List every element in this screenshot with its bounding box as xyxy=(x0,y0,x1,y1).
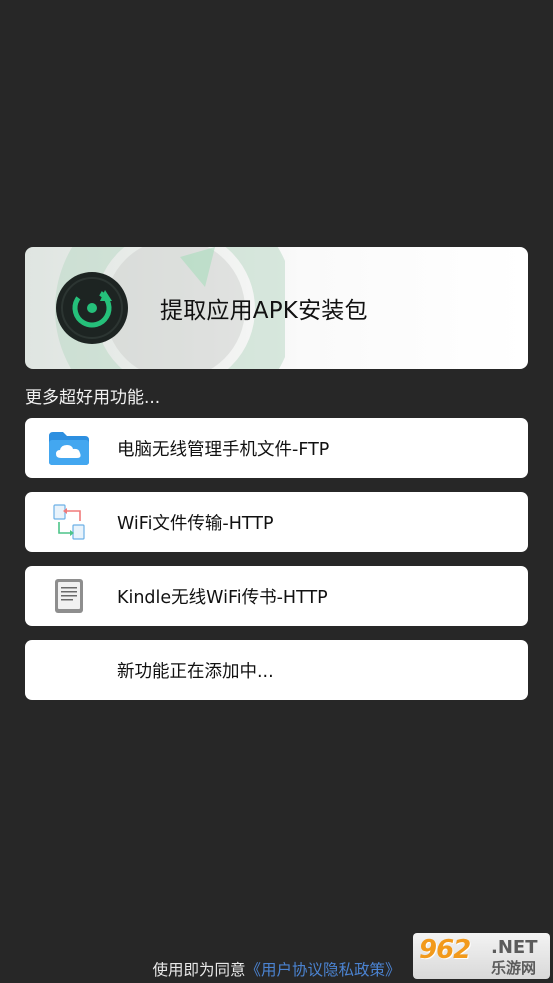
watermark-chinese: 乐游网 xyxy=(491,959,537,977)
kindle-wifi-item[interactable]: Kindle无线WiFi传书-HTTP xyxy=(25,566,528,626)
more-features-heading: 更多超好用功能... xyxy=(25,388,161,408)
coming-soon-label: 新功能正在添加中... xyxy=(117,662,274,682)
file-transfer-icon xyxy=(53,504,85,540)
apk-extract-icon xyxy=(56,272,128,344)
user-agreement-link[interactable]: 《用户协议隐私政策》 xyxy=(246,961,401,979)
wifi-transfer-label: WiFi文件传输-HTTP xyxy=(117,514,274,534)
kindle-icon xyxy=(55,579,83,613)
ftp-item-label: 电脑无线管理手机文件-FTP xyxy=(117,440,330,460)
ftp-file-manager-item[interactable]: 电脑无线管理手机文件-FTP xyxy=(25,418,528,478)
site-watermark-logo: 962 .NET 乐游网 xyxy=(413,933,550,979)
coming-soon-item[interactable]: 新功能正在添加中... xyxy=(25,640,528,700)
watermark-number: 962 xyxy=(419,935,471,965)
agreement-prefix: 使用即为同意 xyxy=(152,961,246,979)
app-screen: 提取应用APK安装包 更多超好用功能... 电脑无线管理手机文件-FTP WiF… xyxy=(0,0,553,983)
cloud-folder-icon xyxy=(49,432,89,465)
watermark-suffix: .NET xyxy=(491,937,538,958)
extract-apk-card[interactable]: 提取应用APK安装包 xyxy=(25,247,528,369)
extract-apk-label: 提取应用APK安装包 xyxy=(160,298,368,324)
wifi-file-transfer-item[interactable]: WiFi文件传输-HTTP xyxy=(25,492,528,552)
kindle-item-label: Kindle无线WiFi传书-HTTP xyxy=(117,588,328,608)
